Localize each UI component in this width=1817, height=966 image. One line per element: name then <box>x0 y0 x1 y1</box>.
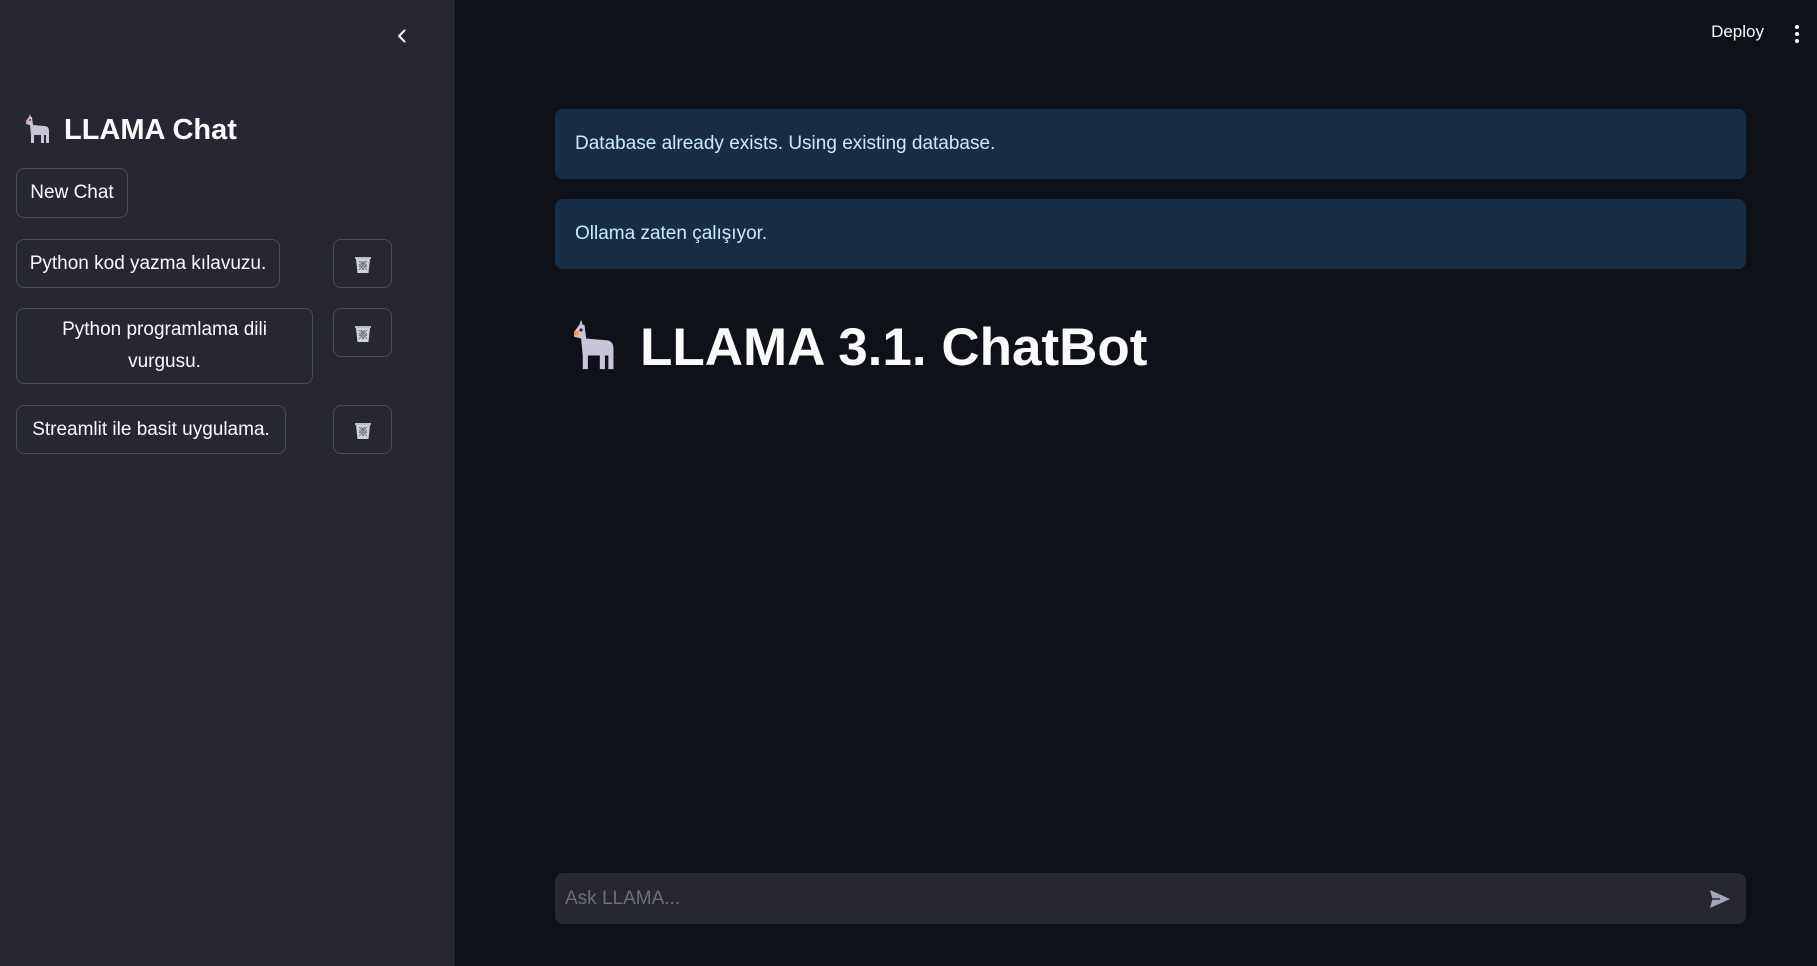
chat-item-button[interactable]: Python programlama dili vurgusu. <box>16 308 313 384</box>
chat-input[interactable] <box>555 873 1685 924</box>
alert-text: Ollama zaten çalışıyor. <box>575 223 768 244</box>
llama-icon <box>574 319 614 370</box>
alert-text: Database already exists. Using existing … <box>575 133 996 154</box>
chevron-left-icon <box>398 29 406 43</box>
delete-chat-button[interactable] <box>333 308 392 357</box>
main-area: Deploy Database already exists. Using ex… <box>455 0 1817 966</box>
deploy-button[interactable]: Deploy <box>1711 22 1764 42</box>
sidebar: LLAMA Chat New Chat Python kod yazma kıl… <box>0 0 455 966</box>
kebab-menu-icon[interactable] <box>1789 22 1805 46</box>
info-alert: Database already exists. Using existing … <box>555 109 1746 179</box>
new-chat-button[interactable]: New Chat <box>16 168 128 218</box>
chat-item-button[interactable]: Streamlit ile basit uygulama. <box>16 405 286 454</box>
wastebasket-icon <box>354 422 371 439</box>
wastebasket-icon <box>354 325 371 342</box>
chat-item-button[interactable]: Python kod yazma kılavuzu. <box>16 239 280 288</box>
sidebar-title: LLAMA Chat <box>20 110 237 150</box>
info-alert: Ollama zaten çalışıyor. <box>555 199 1746 269</box>
chat-input-container <box>555 873 1746 924</box>
send-icon <box>1710 890 1730 908</box>
delete-chat-button[interactable] <box>333 405 392 454</box>
send-button[interactable] <box>1706 885 1734 913</box>
wastebasket-icon <box>354 256 371 273</box>
sidebar-title-text: LLAMA Chat <box>64 113 237 146</box>
app-root: LLAMA Chat New Chat Python kod yazma kıl… <box>0 0 1817 966</box>
delete-chat-button[interactable] <box>333 239 392 288</box>
collapse-sidebar-button[interactable] <box>388 22 416 50</box>
page-title-text: LLAMA 3.1. ChatBot <box>640 317 1148 377</box>
llama-icon <box>26 114 49 143</box>
page-title: LLAMA 3.1. ChatBot <box>564 310 1147 384</box>
